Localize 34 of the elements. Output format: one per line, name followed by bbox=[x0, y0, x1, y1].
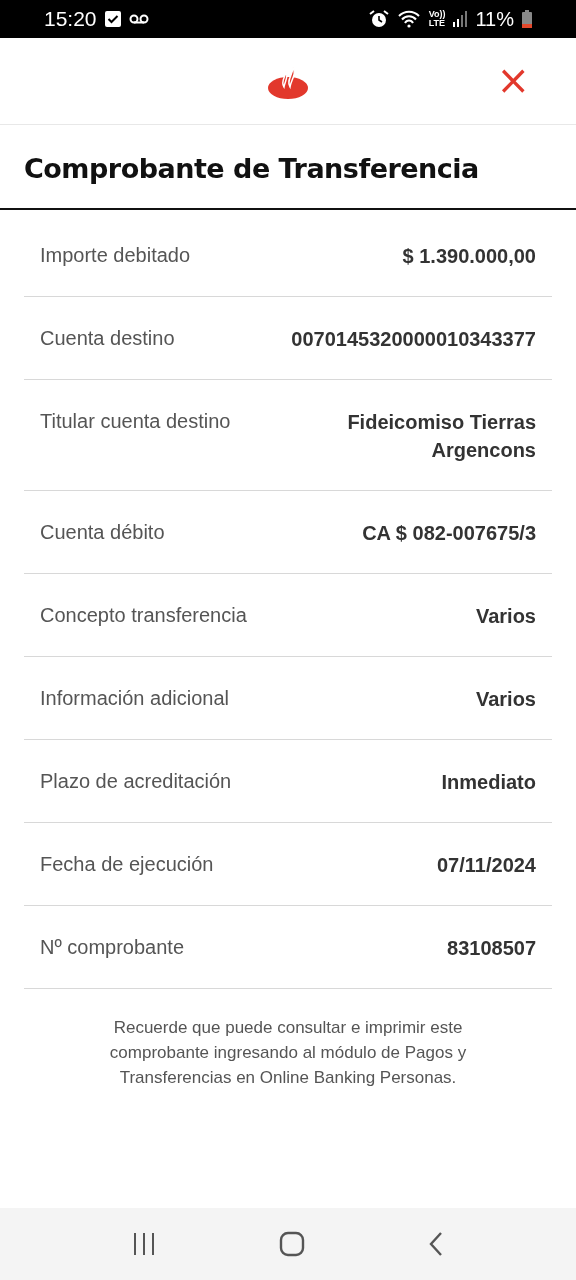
field-label: Importe debitado bbox=[40, 243, 191, 268]
field-label: Cuenta débito bbox=[40, 520, 165, 545]
status-time: 15:20 bbox=[44, 7, 97, 31]
wifi-icon bbox=[396, 9, 421, 29]
field-value: CA $ 082-007675/3 bbox=[362, 521, 536, 546]
checkbox-icon bbox=[104, 11, 121, 27]
field-value: 83108507 bbox=[447, 936, 536, 961]
field-value: 0070145320000010343377 bbox=[291, 327, 536, 352]
field-label: Información adicional bbox=[40, 686, 229, 711]
alarm-icon bbox=[368, 9, 389, 29]
voicemail-icon bbox=[128, 14, 149, 24]
back-icon[interactable] bbox=[428, 1231, 445, 1257]
battery-percent: 11% bbox=[475, 7, 514, 31]
field-value: Fideicomiso Tierras Argencons bbox=[346, 410, 536, 463]
field-label: Cuenta destino bbox=[40, 326, 175, 351]
field-value: Varios bbox=[475, 687, 536, 712]
field-label: Fecha de ejecución bbox=[40, 852, 214, 877]
field-value: Varios bbox=[475, 604, 536, 629]
field-label: Plazo de acreditación bbox=[40, 769, 232, 794]
info-note: Recuerde que puede consultar e imprimir este comprobante ingresando al módulo de Pagos y Transferencias en Online Banking Personas. bbox=[108, 1017, 468, 1089]
field-value: $ 1.390.000,00 bbox=[402, 244, 536, 269]
field-label: Concepto transferencia bbox=[40, 603, 247, 628]
recent-apps-icon[interactable] bbox=[131, 1232, 156, 1256]
field-value: 07/11/2024 bbox=[437, 853, 536, 878]
volte-label: Vo)) bbox=[428, 10, 446, 19]
field-value: Inmediato bbox=[441, 770, 536, 795]
battery-icon bbox=[522, 10, 532, 28]
home-icon[interactable] bbox=[279, 1231, 305, 1257]
field-label: Titular cuenta destino bbox=[40, 409, 231, 434]
field-label: Nº comprobante bbox=[40, 935, 185, 960]
close-button[interactable]: × bbox=[496, 60, 530, 100]
lte-label: LTE bbox=[428, 19, 446, 28]
page-title: Comprobante de Transferencia bbox=[0, 125, 576, 210]
signal-icon bbox=[453, 11, 468, 27]
